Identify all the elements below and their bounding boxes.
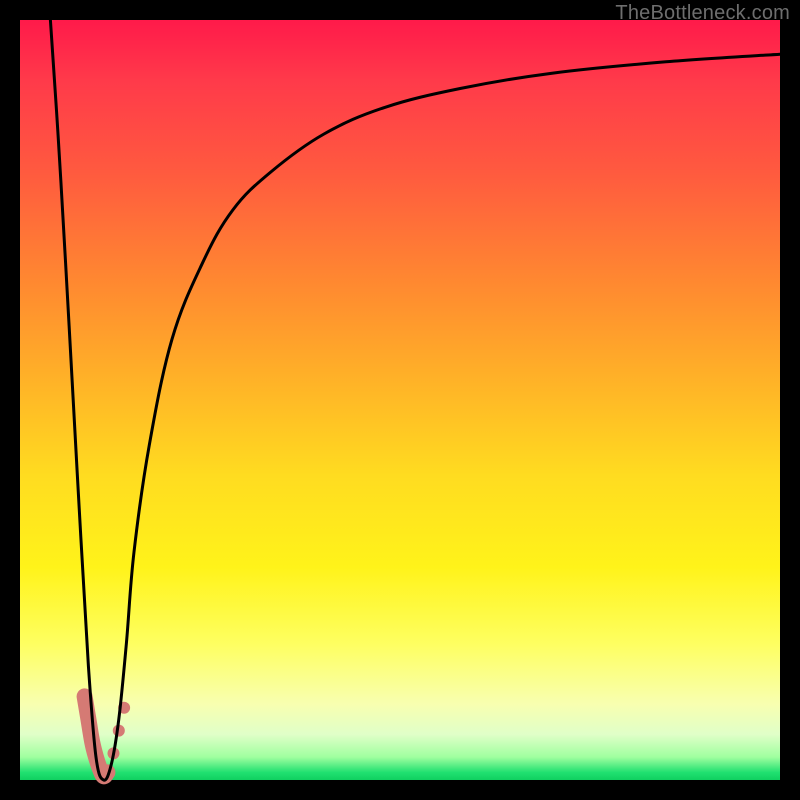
bottleneck-curve [50, 20, 780, 780]
chart-svg [20, 20, 780, 780]
chart-frame: TheBottleneck.com [0, 0, 800, 800]
